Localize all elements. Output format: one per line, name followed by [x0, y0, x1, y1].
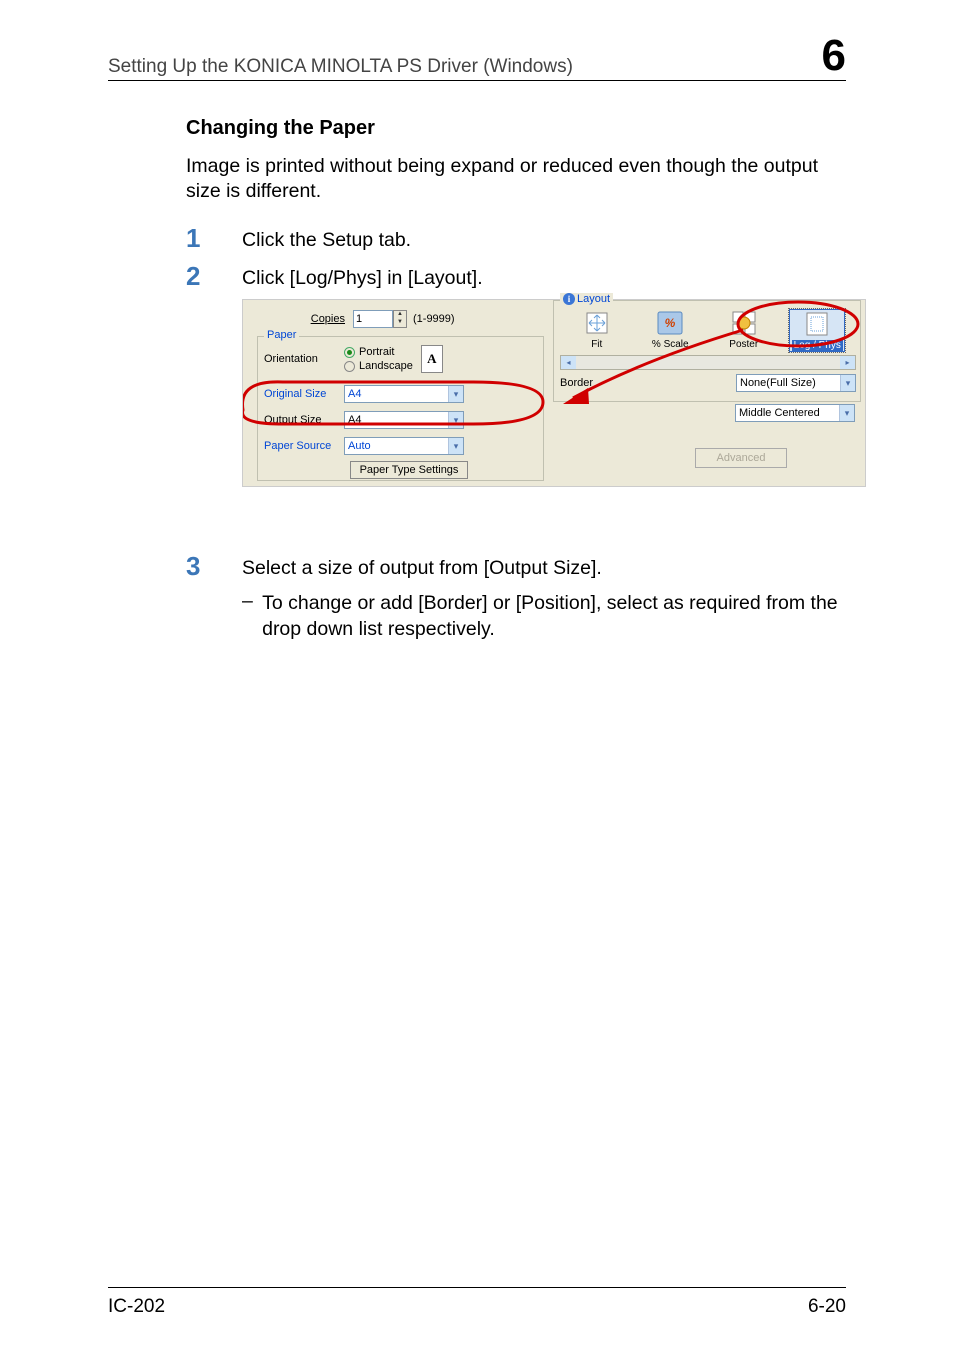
border-value: None(Full Size): [740, 377, 816, 389]
svg-text:%: %: [665, 316, 676, 330]
info-icon: i: [563, 293, 575, 305]
advanced-button[interactable]: Advanced: [695, 448, 787, 468]
footer-right: 6-20: [808, 1296, 846, 1318]
scroll-left-icon[interactable]: ◂: [561, 356, 576, 369]
orientation-preview-icon: A: [421, 345, 443, 373]
step-1-text: Click the Setup tab.: [242, 223, 411, 253]
chapter-number: 6: [822, 34, 846, 78]
step-1-number: 1: [186, 223, 242, 251]
paper-group: Paper Orientation Portrait Landscape: [257, 336, 544, 481]
border-combo[interactable]: None(Full Size) ▾: [736, 374, 856, 392]
paper-source-combo[interactable]: Auto ▾: [344, 437, 464, 455]
paper-source-label: Paper Source: [264, 440, 344, 452]
log-phys-icon: [801, 310, 833, 338]
scroll-right-icon[interactable]: ▸: [840, 356, 855, 369]
layout-fit-label: Fit: [591, 339, 602, 350]
paper-source-value: Auto: [348, 440, 371, 452]
layout-legend: i Layout: [560, 293, 613, 305]
layout-poster-button[interactable]: Poster: [716, 309, 772, 352]
step-2-number: 2: [186, 261, 242, 289]
step-3-number: 3: [186, 551, 242, 579]
landscape-label: Landscape: [359, 360, 413, 372]
paper-type-settings-button[interactable]: Paper Type Settings: [350, 461, 468, 479]
header-title: Setting Up the KONICA MINOLTA PS Driver …: [108, 56, 573, 78]
page-footer: IC-202 6-20: [108, 1287, 846, 1318]
radio-unselected-icon: [344, 361, 355, 372]
copies-input[interactable]: [353, 310, 393, 328]
layout-scale-button[interactable]: % % Scale: [642, 309, 698, 352]
chevron-down-icon: ▾: [448, 438, 463, 454]
original-size-combo[interactable]: A4 ▾: [344, 385, 464, 403]
border-label: Border: [560, 377, 593, 389]
portrait-label: Portrait: [359, 346, 394, 358]
original-size-label: Original Size: [264, 388, 344, 400]
layout-scrollbar[interactable]: ◂ ▸: [560, 355, 856, 370]
step-3: 3 Select a size of output from [Output S…: [186, 551, 846, 581]
step-2-text: Click [Log/Phys] in [Layout].: [242, 261, 483, 291]
percent-scale-icon: %: [654, 309, 686, 337]
layout-logphys-label: Log / Phys: [792, 340, 843, 351]
fit-icon: [581, 309, 613, 337]
layout-logphys-button[interactable]: Log / Phys: [789, 309, 845, 352]
output-size-combo[interactable]: A4 ▾: [344, 411, 464, 429]
position-combo[interactable]: Middle Centered ▾: [735, 404, 855, 422]
layout-fit-button[interactable]: Fit: [569, 309, 625, 352]
portrait-radio[interactable]: Portrait: [344, 346, 413, 358]
section-intro: Image is printed without being expand or…: [186, 154, 846, 205]
chevron-down-icon: ▾: [448, 412, 463, 428]
chevron-down-icon: ▾: [839, 405, 854, 421]
original-size-value: A4: [348, 388, 361, 400]
footer-left: IC-202: [108, 1296, 165, 1318]
page-header: Setting Up the KONICA MINOLTA PS Driver …: [108, 34, 846, 81]
output-size-value: A4: [348, 414, 361, 426]
copies-range: (1-9999): [413, 313, 455, 325]
paper-legend: Paper: [264, 329, 299, 341]
bullet-dash: –: [242, 590, 262, 613]
poster-icon: [728, 309, 760, 337]
step-3-subtext: To change or add [Border] or [Position],…: [262, 590, 846, 643]
radio-selected-icon: [344, 347, 355, 358]
chevron-down-icon: ▾: [840, 375, 855, 391]
chevron-down-icon: ▾: [448, 386, 463, 402]
layout-legend-text: Layout: [577, 293, 610, 305]
dialog-screenshot: Copies ▲▼ (1-9999) Paper Orientation Por…: [186, 299, 846, 487]
section-heading: Changing the Paper: [186, 117, 846, 140]
step-2: 2 Click [Log/Phys] in [Layout].: [186, 261, 846, 291]
copies-label: Copies: [267, 313, 353, 325]
landscape-radio[interactable]: Landscape: [344, 360, 413, 372]
position-value: Middle Centered: [739, 407, 820, 419]
layout-group: i Layout Fit %: [553, 300, 861, 402]
layout-poster-label: Poster: [729, 339, 758, 350]
layout-scale-label: % Scale: [652, 339, 689, 350]
step-3-subitem: – To change or add [Border] or [Position…: [186, 590, 846, 643]
step-1: 1 Click the Setup tab.: [186, 223, 846, 253]
copies-spinner[interactable]: ▲▼: [393, 310, 407, 328]
output-size-label: Output Size: [264, 414, 344, 426]
orientation-label: Orientation: [264, 353, 344, 365]
step-3-text: Select a size of output from [Output Siz…: [242, 551, 602, 581]
